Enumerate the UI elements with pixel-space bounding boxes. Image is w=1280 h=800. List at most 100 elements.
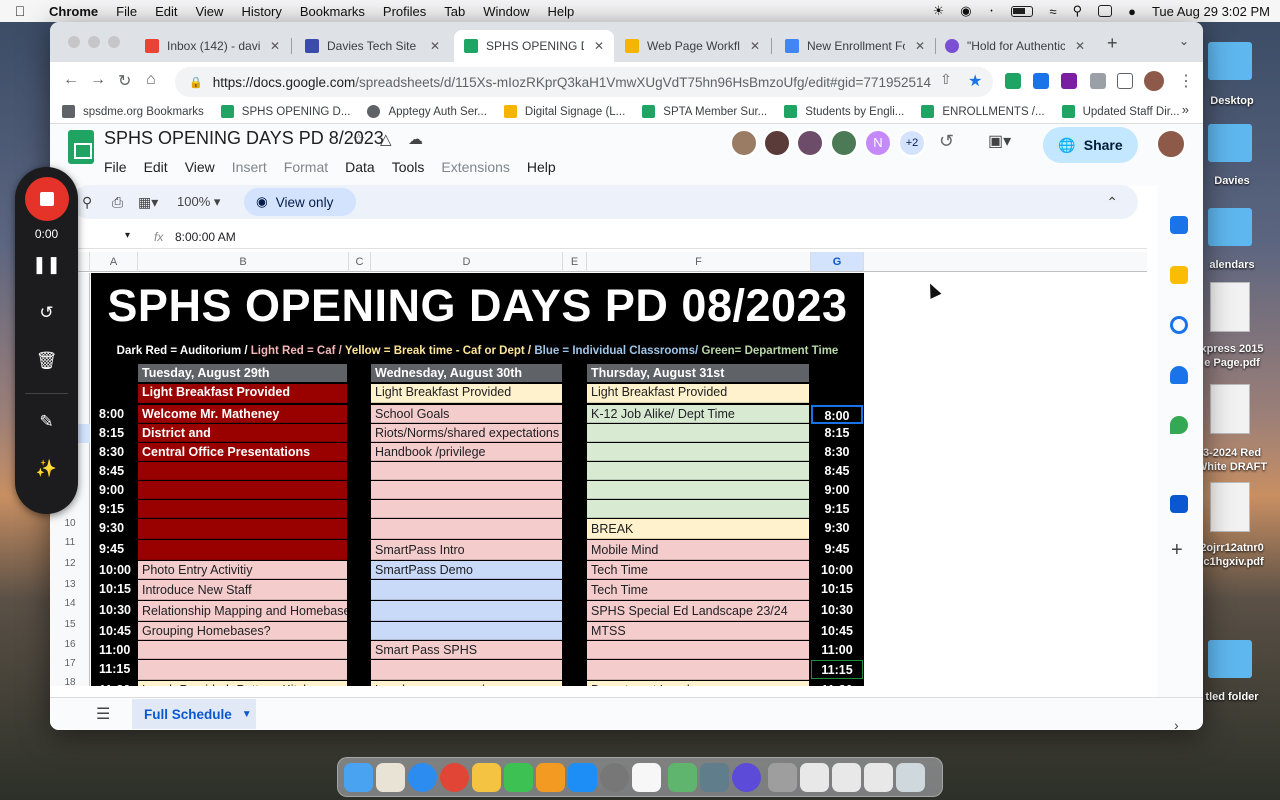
- schedule-cell[interactable]: District and: [138, 424, 347, 442]
- desktop-folder-icon[interactable]: [1208, 42, 1252, 80]
- day-header-tuesday[interactable]: Tuesday, August 29th: [138, 364, 347, 382]
- launchpad-icon[interactable]: [376, 763, 405, 792]
- apple-icon[interactable]: : [0, 3, 40, 19]
- schedule-cell[interactable]: Lunch on your own/: [371, 681, 562, 686]
- time-label[interactable]: 11:30: [99, 681, 130, 686]
- expand-panel-icon[interactable]: ›: [1174, 717, 1179, 730]
- finder-icon[interactable]: [344, 763, 373, 792]
- all-sheets-menu-icon[interactable]: ☰: [96, 704, 110, 724]
- schedule-cell[interactable]: Riots/Norms/shared expectations: [371, 424, 562, 442]
- row-number[interactable]: 16: [50, 639, 90, 650]
- schedule-cell[interactable]: [138, 519, 347, 539]
- schedule-cell[interactable]: Light Breakfast Provided: [587, 384, 809, 403]
- time-label[interactable]: 9:45: [99, 540, 124, 559]
- schedule-cell[interactable]: BREAK: [587, 519, 809, 539]
- column-header[interactable]: B: [138, 252, 349, 272]
- column-header[interactable]: C: [349, 252, 371, 272]
- schedule-cell[interactable]: Relationship Mapping and Homebase: [138, 601, 347, 621]
- bookmark-item[interactable]: Students by Engli...: [784, 105, 904, 118]
- time-label[interactable]: 9:00: [99, 481, 124, 500]
- schedule-cell[interactable]: [138, 462, 347, 480]
- inbox-icon[interactable]: [1170, 495, 1188, 513]
- control-center-icon[interactable]: [1098, 5, 1113, 17]
- share-button[interactable]: 🌐 Share: [1043, 127, 1138, 163]
- time-label-right[interactable]: 10:15: [811, 580, 863, 599]
- schedule-cell[interactable]: Introduce New Staff: [138, 580, 347, 600]
- time-label[interactable]: 8:00: [99, 405, 124, 424]
- tab-search-chevron-icon[interactable]: ⌄: [1179, 34, 1189, 48]
- move-icon[interactable]: △: [380, 130, 392, 148]
- calendar-icon[interactable]: [1170, 216, 1188, 234]
- restart-icon[interactable]: ↺: [15, 303, 78, 323]
- menubar-app-name[interactable]: Chrome: [40, 4, 107, 19]
- home-icon[interactable]: ⌂: [146, 71, 156, 89]
- desktop-folder-icon[interactable]: [1208, 640, 1252, 678]
- time-label[interactable]: 10:30: [99, 601, 131, 620]
- browser-tab-new-enrollment[interactable]: New Enrollment Forr ✕: [775, 30, 935, 62]
- schedule-cell[interactable]: Tech Time: [587, 580, 809, 600]
- stop-recording-button[interactable]: [25, 177, 69, 221]
- menubar-item-tab[interactable]: Tab: [435, 4, 474, 19]
- print-icon[interactable]: ⎙: [112, 194, 123, 211]
- row-number[interactable]: 11: [50, 537, 90, 548]
- tasks-icon[interactable]: [1170, 316, 1188, 334]
- row-number[interactable]: 17: [50, 658, 90, 669]
- extension-new-icon[interactable]: [1033, 73, 1049, 89]
- schedule-cell[interactable]: Central Office Presentations: [138, 443, 347, 461]
- time-label[interactable]: 10:15: [99, 580, 131, 599]
- row-number[interactable]: 10: [50, 518, 90, 529]
- bookmark-item[interactable]: SPTA Member Sur...: [642, 105, 767, 118]
- spreadsheet-grid[interactable]: A B C D E F G 10 11 12 13 14 15 16 17 18…: [50, 252, 1147, 686]
- search-icon[interactable]: ⚲: [82, 194, 92, 211]
- time-label-right[interactable]: 9:45: [811, 540, 863, 559]
- desktop-doc-icon[interactable]: [1210, 384, 1250, 434]
- tab-close-icon[interactable]: ✕: [1075, 39, 1085, 53]
- pencil-icon[interactable]: ✎: [15, 412, 78, 432]
- trash-icon[interactable]: 🗑: [15, 351, 78, 371]
- schedule-cell[interactable]: School Goals: [371, 405, 562, 423]
- pages-icon[interactable]: [536, 763, 565, 792]
- day-header-thursday[interactable]: Thursday, August 31st: [587, 364, 809, 382]
- schedule-cell[interactable]: [587, 424, 809, 442]
- schedule-cell[interactable]: [138, 500, 347, 518]
- schedule-cell[interactable]: Light Breakfast Provided: [371, 384, 562, 403]
- document-title[interactable]: SPHS OPENING DAYS PD 8/2023: [104, 128, 384, 149]
- collaborator-avatar[interactable]: [796, 129, 824, 157]
- bookmark-item[interactable]: spsdme.org Bookmarks: [62, 105, 204, 118]
- schedule-cell[interactable]: K-12 Job Alike/ Dept Time: [587, 405, 809, 423]
- document-thumbnail-icon[interactable]: [864, 763, 893, 792]
- desktop-folder-icon[interactable]: [1208, 124, 1252, 162]
- time-label-right[interactable]: 11:15: [811, 660, 863, 679]
- menubar-item-help[interactable]: Help: [539, 4, 584, 19]
- time-label-right[interactable]: 9:15: [811, 500, 863, 519]
- desktop-folder-icon[interactable]: [1208, 208, 1252, 246]
- photos-icon[interactable]: [472, 763, 501, 792]
- activity-monitor-icon[interactable]: [632, 763, 661, 792]
- screencastify-icon[interactable]: [732, 763, 761, 792]
- safari-icon[interactable]: [408, 763, 437, 792]
- bluetooth-icon[interactable]: ᛫: [988, 4, 996, 19]
- time-label[interactable]: 8:45: [99, 462, 124, 481]
- back-arrow-icon[interactable]: ←: [63, 71, 79, 89]
- menubar-item-file[interactable]: File: [107, 4, 146, 19]
- keep-icon[interactable]: [1170, 266, 1188, 284]
- facetime-icon[interactable]: [504, 763, 533, 792]
- column-header-selected[interactable]: G: [811, 252, 864, 272]
- menu-tools[interactable]: Tools: [392, 159, 425, 175]
- schedule-cell[interactable]: [371, 462, 562, 480]
- bookmark-star-icon[interactable]: ★: [968, 71, 982, 91]
- airdrop-icon[interactable]: ◉: [960, 3, 971, 19]
- schedule-cell[interactable]: MTSS: [587, 622, 809, 640]
- schedule-cell[interactable]: [371, 481, 562, 499]
- schedule-cell[interactable]: [371, 519, 562, 539]
- menu-edit[interactable]: Edit: [144, 159, 168, 175]
- magic-wand-icon[interactable]: ✨: [15, 459, 78, 479]
- schedule-cell[interactable]: Photo Entry Activitiy: [138, 561, 347, 579]
- time-label-right[interactable]: 10:00: [811, 561, 863, 580]
- bookmark-item[interactable]: Digital Signage (L...: [503, 105, 625, 118]
- schedule-cell[interactable]: Department Lunch: [587, 681, 809, 686]
- extension-icon[interactable]: [1005, 73, 1021, 89]
- time-label[interactable]: 9:15: [99, 500, 124, 519]
- bookmark-item[interactable]: Updated Staff Dir...: [1061, 105, 1180, 118]
- tab-close-icon[interactable]: ✕: [915, 39, 925, 53]
